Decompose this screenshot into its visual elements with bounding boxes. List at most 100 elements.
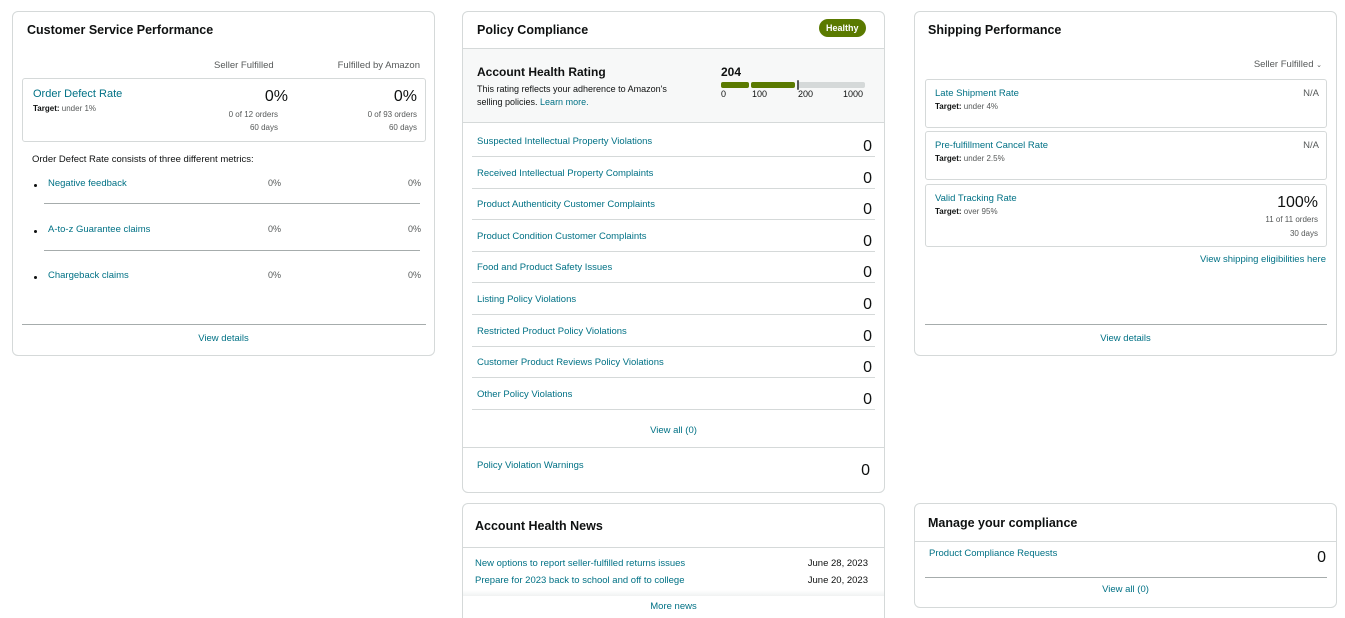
condition-complaints-link[interactable]: Product Condition Customer Complaints (477, 231, 647, 242)
divider (925, 577, 1327, 578)
violation-row: Suspected Intellectual Property Violatio… (472, 125, 875, 157)
news-item: Prepare for 2023 back to school and off … (475, 575, 868, 589)
violation-count: 0 (863, 296, 872, 313)
metric-row: A-to-z Guarantee claims 0% 0% (34, 224, 421, 244)
shipping-performance-card: Shipping Performance Seller Fulfilled ⌄ … (914, 11, 1337, 356)
violation-count: 0 (863, 201, 872, 218)
ip-complaints-link[interactable]: Received Intellectual Property Complaint… (477, 168, 653, 179)
late-value: N/A (1303, 88, 1319, 99)
violation-row: Product Condition Customer Complaints 0 (472, 220, 875, 252)
odr-fba-pct: 0% (393, 88, 417, 105)
violation-row: Food and Product Safety Issues 0 (472, 251, 875, 283)
ahr-description: This rating reflects your adherence to A… (477, 84, 667, 107)
tracking-value: 100% (1277, 194, 1318, 211)
ahr-tick: 1000 (843, 89, 864, 99)
ahr-score: 204 (721, 65, 742, 79)
news-fade (463, 590, 884, 596)
divider (44, 203, 420, 204)
violation-row: Listing Policy Violations 0 (472, 283, 875, 315)
order-defect-rate-box: Order Defect Rate Target: under 1% 0% 0 … (22, 78, 426, 142)
odr-fba-orders: 0 of 93 orders (367, 110, 417, 119)
late-shipment-box: Late Shipment Rate Target: under 4% N/A (925, 79, 1327, 128)
col-head-fba: Fulfilled by Amazon (337, 60, 420, 71)
divider (915, 541, 1336, 542)
account-health-news-card: Account Health News New options to repor… (462, 503, 885, 618)
odr-seller-pct: 0% (264, 88, 288, 105)
account-health-news-title: Account Health News (475, 519, 603, 533)
violation-count: 0 (863, 359, 872, 376)
late-shipment-link[interactable]: Late Shipment Rate (935, 88, 1019, 99)
odr-fba-days: 60 days (388, 123, 417, 132)
warnings-count: 0 (861, 462, 870, 479)
ip-violations-link[interactable]: Suspected Intellectual Property Violatio… (477, 136, 652, 147)
metric-row: Negative feedback 0% 0% (34, 178, 421, 198)
ahr-title: Account Health Rating (477, 65, 606, 79)
order-defect-rate-link[interactable]: Order Defect Rate (33, 88, 122, 100)
tracking-target: Target: over 95% (935, 207, 998, 216)
odr-seller-orders: 0 of 12 orders (228, 110, 278, 119)
policy-view-all-link[interactable]: View all (0) (463, 425, 884, 436)
news-item-date: June 20, 2023 (807, 575, 868, 586)
compliance-view-all-link[interactable]: View all (0) (915, 584, 1336, 595)
violation-row: Customer Product Reviews Policy Violatio… (472, 346, 875, 378)
metric-seller-value: 0% (268, 178, 282, 188)
bullet-icon (34, 230, 37, 233)
odr-target: Target: under 1% (33, 104, 97, 113)
policy-warnings-link[interactable]: Policy Violation Warnings (477, 460, 584, 471)
shipping-view-details-link[interactable]: View details (915, 333, 1336, 344)
divider (44, 250, 420, 251)
violation-count: 0 (863, 328, 872, 345)
fulfillment-dropdown[interactable]: Seller Fulfilled ⌄ (1254, 59, 1322, 70)
late-target: Target: under 4% (935, 102, 999, 111)
compliance-requests-link[interactable]: Product Compliance Requests (929, 548, 1057, 559)
cancel-rate-box: Pre-fulfillment Cancel Rate Target: unde… (925, 131, 1327, 180)
healthy-badge: Healthy (819, 19, 866, 37)
chevron-down-icon: ⌄ (1316, 62, 1322, 69)
ahr-bar-segment-2 (751, 82, 795, 88)
news-item-link[interactable]: New options to report seller-fulfilled r… (475, 558, 685, 569)
customer-service-card: Customer Service Performance Seller Fulf… (12, 11, 435, 356)
policy-compliance-title: Policy Compliance (477, 23, 589, 37)
violation-row: Product Authenticity Customer Complaints… (472, 188, 875, 220)
authenticity-complaints-link[interactable]: Product Authenticity Customer Complaints (477, 199, 655, 210)
tracking-rate-box: Valid Tracking Rate Target: over 95% 100… (925, 184, 1327, 247)
divider (463, 447, 884, 448)
news-item: New options to report seller-fulfilled r… (475, 558, 868, 572)
other-policy-link[interactable]: Other Policy Violations (477, 389, 572, 400)
cancel-target: Target: under 2.5% (935, 154, 1005, 163)
tracking-orders: 11 of 11 orders (1265, 215, 1318, 224)
reviews-policy-link[interactable]: Customer Product Reviews Policy Violatio… (477, 357, 664, 368)
news-item-link[interactable]: Prepare for 2023 back to school and off … (475, 575, 685, 586)
chargeback-claims-link[interactable]: Chargeback claims (48, 270, 129, 281)
cancel-rate-link[interactable]: Pre-fulfillment Cancel Rate (935, 140, 1048, 151)
listing-policy-link[interactable]: Listing Policy Violations (477, 294, 576, 305)
food-safety-link[interactable]: Food and Product Safety Issues (477, 262, 612, 273)
metric-fba-value: 0% (407, 270, 421, 280)
violation-count: 0 (863, 391, 872, 408)
news-item-date: June 28, 2023 (807, 558, 868, 569)
negative-feedback-link[interactable]: Negative feedback (48, 178, 127, 189)
account-health-rating-panel: Account Health Rating This rating reflec… (463, 48, 884, 123)
atoz-claims-link[interactable]: A-to-z Guarantee claims (48, 224, 150, 235)
violation-count: 0 (863, 264, 872, 281)
metric-seller-value: 0% (268, 270, 282, 280)
bullet-icon (34, 184, 37, 187)
violation-count: 0 (863, 233, 872, 250)
shipping-eligibilities-link[interactable]: View shipping eligibilities here (1200, 254, 1326, 265)
manage-compliance-card: Manage your compliance Product Complianc… (914, 503, 1337, 608)
more-news-link[interactable]: More news (463, 601, 884, 612)
violation-row: Restricted Product Policy Violations 0 (472, 315, 875, 347)
tracking-days: 30 days (1289, 229, 1318, 238)
ahr-tick: 200 (798, 89, 814, 99)
ahr-tick: 0 (721, 89, 727, 99)
learn-more-link[interactable]: Learn more. (540, 97, 589, 107)
restricted-product-link[interactable]: Restricted Product Policy Violations (477, 326, 627, 337)
policy-compliance-card: Policy Compliance Healthy Account Health… (462, 11, 885, 493)
cancel-value: N/A (1303, 140, 1319, 151)
metric-row: Chargeback claims 0% 0% (34, 270, 421, 290)
cs-view-details-link[interactable]: View details (13, 333, 434, 344)
metric-fba-value: 0% (407, 224, 421, 234)
divider (463, 547, 884, 548)
customer-service-title: Customer Service Performance (27, 23, 214, 37)
tracking-rate-link[interactable]: Valid Tracking Rate (935, 193, 1017, 204)
